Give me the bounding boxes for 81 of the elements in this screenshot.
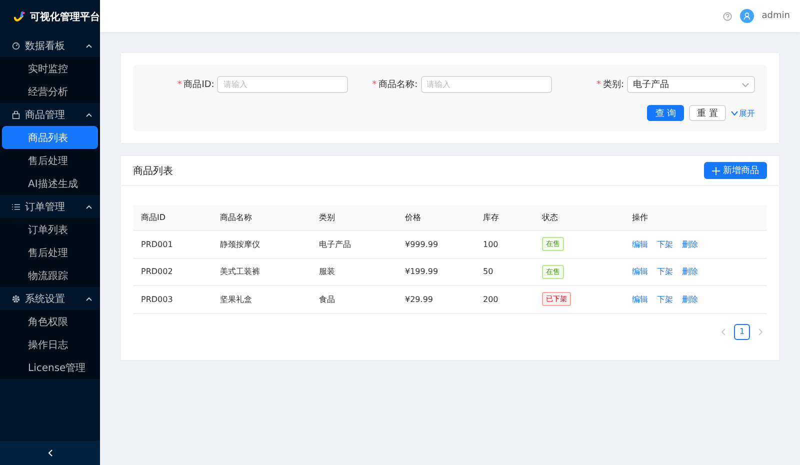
user-icon — [742, 12, 751, 20]
table-cell-text: PRD001 — [141, 240, 174, 249]
prev-page-icon[interactable] — [721, 328, 726, 336]
caret-icon — [86, 204, 92, 208]
action-link[interactable]: 下架 — [657, 238, 673, 250]
select-field[interactable]: 电子产品 — [626, 76, 755, 93]
menu-group[interactable]: 系统设置 — [0, 287, 100, 310]
next-page-icon[interactable] — [758, 328, 763, 336]
action-link[interactable]: 编辑 — [632, 294, 648, 305]
column-header: 商品名称 — [220, 212, 253, 223]
action-link[interactable]: 编辑 — [632, 238, 648, 250]
collapse-icon[interactable] — [48, 449, 52, 457]
card-title: 商品列表 — [133, 164, 173, 178]
menu-item[interactable]: AI描述生成 — [2, 172, 98, 195]
table-cell-text: ¥999.99 — [405, 240, 440, 249]
chevron-down-icon — [731, 110, 738, 116]
table-cell-text: 100 — [483, 240, 500, 249]
required-mark: * — [372, 80, 377, 90]
menu-item[interactable]: 售后处理 — [2, 241, 98, 264]
table-cell-text: ¥29.99 — [405, 294, 434, 304]
field-label: 类别: — [602, 78, 624, 91]
expand-link[interactable]: 展开 — [731, 108, 755, 118]
required-mark: * — [596, 80, 601, 90]
menu-item[interactable]: License管理 — [2, 356, 98, 379]
column-header: 库存 — [483, 212, 500, 223]
input-field[interactable]: 请输入 — [217, 76, 348, 93]
action-link[interactable]: 下架 — [657, 266, 673, 278]
bag-icon — [12, 110, 20, 118]
table-cell-text: 50 — [483, 267, 494, 276]
table-cell-text: 坚果礼盒 — [220, 294, 253, 305]
action-link[interactable]: 下架 — [657, 294, 673, 305]
menu-item[interactable]: 操作日志 — [2, 333, 98, 356]
logo-icon — [14, 10, 25, 24]
menu-item[interactable]: 实时监控 — [2, 57, 98, 80]
table-cell-text: PRD003 — [141, 294, 174, 304]
table-cell-text: 静颈按摩仪 — [220, 238, 261, 250]
menu-item[interactable]: 售后处理 — [2, 149, 98, 172]
caret-icon — [86, 112, 92, 116]
column-header: 商品ID — [141, 212, 167, 223]
query-button[interactable]: 查 询 — [647, 105, 684, 121]
table-cell-text: 服装 — [319, 266, 336, 278]
table-cell-text: 电子产品 — [319, 238, 352, 250]
menu-item[interactable]: 物流跟踪 — [2, 264, 98, 287]
app-title: 可视化管理平台 — [30, 10, 100, 24]
menu-item[interactable]: 商品列表 — [2, 126, 98, 149]
menu-item[interactable]: 角色权限 — [2, 310, 98, 333]
column-header: 类别 — [319, 212, 336, 223]
table-cell-text: 美式工装裤 — [220, 266, 261, 278]
menu-item[interactable]: 订单列表 — [2, 218, 98, 241]
help-icon[interactable] — [722, 12, 732, 20]
dashboard-icon — [12, 42, 20, 50]
menu-group[interactable]: 商品管理 — [0, 103, 100, 126]
table-cell-text: PRD002 — [141, 267, 174, 276]
menu-group[interactable]: 订单管理 — [0, 195, 100, 218]
reset-button[interactable]: 重 置 — [689, 105, 726, 121]
add-button[interactable]: 新增商品 — [704, 162, 767, 179]
settings-icon — [12, 294, 20, 302]
field-label: 商品名称: — [378, 78, 418, 91]
avatar[interactable] — [740, 9, 754, 23]
caret-icon — [86, 296, 92, 300]
caret-icon — [86, 44, 92, 48]
action-link[interactable]: 编辑 — [632, 266, 648, 278]
field-label: 商品ID: — [184, 78, 214, 91]
plus-icon — [712, 166, 720, 174]
chevron-down-icon — [742, 82, 749, 86]
list-icon — [12, 202, 20, 210]
input-field[interactable]: 请输入 — [420, 76, 552, 93]
page-button[interactable]: 1 — [734, 324, 750, 340]
column-header: 价格 — [405, 212, 422, 223]
action-link[interactable]: 删除 — [682, 238, 698, 250]
table-cell-text: 食品 — [319, 294, 336, 305]
user-name: admin — [762, 11, 790, 21]
column-header: 操作 — [632, 212, 649, 223]
required-mark: * — [177, 80, 182, 90]
action-link[interactable]: 删除 — [682, 266, 698, 278]
action-link[interactable]: 删除 — [682, 294, 698, 305]
column-header: 状态 — [542, 212, 559, 223]
table-cell-text: ¥199.99 — [405, 267, 440, 276]
menu-item[interactable]: 经营分析 — [2, 80, 98, 103]
menu-group[interactable]: 数据看板 — [0, 34, 100, 57]
table-cell-text: 200 — [483, 294, 500, 304]
